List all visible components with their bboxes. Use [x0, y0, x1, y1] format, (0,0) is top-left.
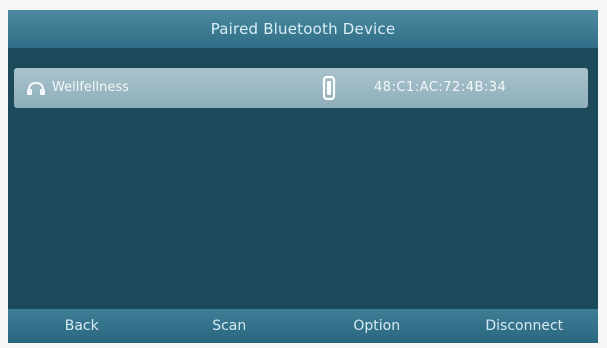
disconnect-button[interactable]: Disconnect: [451, 309, 599, 343]
device-list-item[interactable]: Wellfellness 48:C1:AC:72:4B:34: [14, 68, 588, 108]
phone-display-frame: Paired Bluetooth Device Wellfellness 48:…: [0, 0, 607, 348]
softkey-bar: Back Scan Option Disconnect: [8, 309, 598, 343]
phone-screen: Paired Bluetooth Device Wellfellness 48:…: [8, 10, 598, 343]
device-name: Wellfellness: [52, 80, 129, 95]
title-bar: Paired Bluetooth Device: [8, 10, 598, 48]
connected-icon: [322, 75, 336, 101]
device-mac-address: 48:C1:AC:72:4B:34: [374, 80, 507, 95]
option-button[interactable]: Option: [303, 309, 451, 343]
page-title: Paired Bluetooth Device: [210, 20, 396, 38]
back-button[interactable]: Back: [8, 309, 156, 343]
headset-icon: [26, 80, 46, 96]
scan-button[interactable]: Scan: [156, 309, 304, 343]
